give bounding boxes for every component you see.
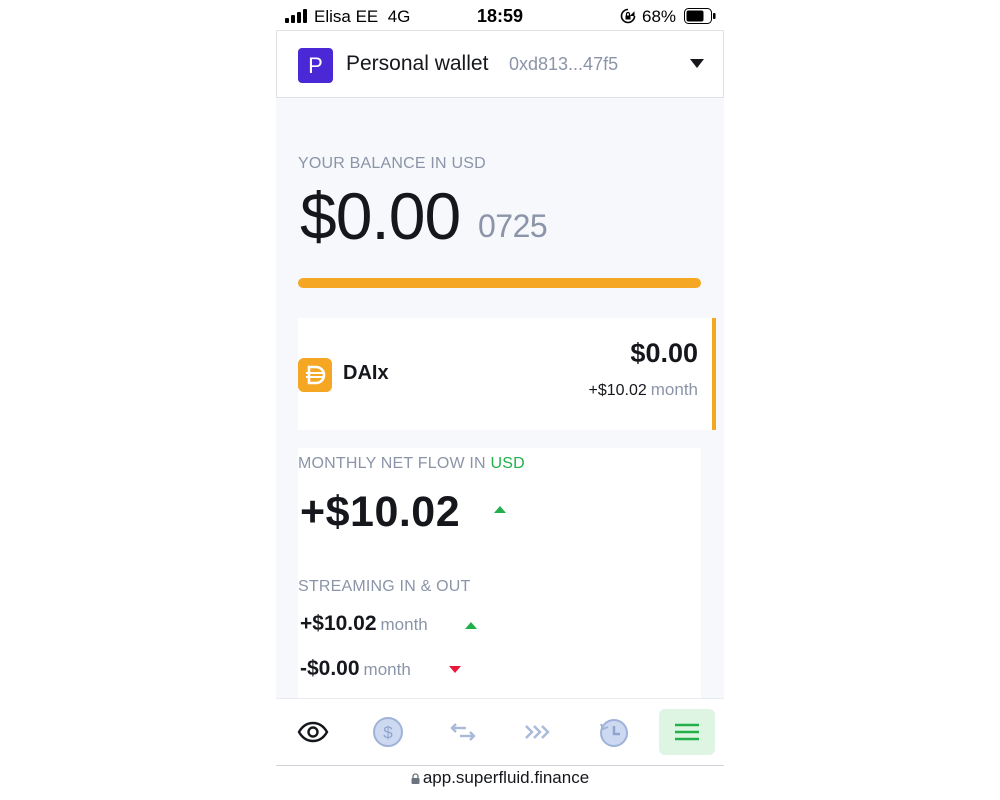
battery-icon: [684, 8, 716, 24]
trend-up-icon: [465, 622, 477, 629]
dai-token-icon: [298, 358, 332, 392]
phone-screen: Elisa EE 4G 18:59 68% P Personal wallet …: [276, 0, 724, 800]
nav-streams[interactable]: [510, 709, 566, 755]
swap-arrows-icon: [450, 723, 476, 741]
lock-icon: [411, 773, 420, 784]
nav-history[interactable]: [585, 709, 641, 755]
eye-icon: [297, 721, 329, 743]
balance-bar: [298, 278, 701, 288]
svg-text:$: $: [383, 723, 393, 742]
dashboard-content[interactable]: YOUR BALANCE IN USD $0.00 0725 DAIx $0.0…: [276, 98, 724, 698]
nav-dashboard[interactable]: [285, 709, 341, 755]
trend-down-icon: [449, 666, 461, 673]
wallet-avatar: P: [298, 48, 333, 83]
streaming-in-value: +$10.02 month: [300, 612, 428, 635]
balance-amount: $0.00: [300, 179, 461, 253]
dollar-coin-icon: $: [373, 717, 403, 747]
token-value: $0.00: [630, 338, 698, 368]
chevron-down-icon[interactable]: [690, 59, 704, 68]
rotation-lock-icon: [620, 8, 636, 24]
nav-tokens[interactable]: $: [360, 709, 416, 755]
history-clock-icon: [600, 719, 628, 747]
browser-url-bar[interactable]: app.superfluid.finance: [276, 768, 724, 798]
streaming-label: STREAMING IN & OUT: [298, 578, 471, 595]
net-flow-label: MONTHLY NET FLOW IN USD: [298, 455, 525, 472]
streaming-out-value: -$0.00 month: [300, 657, 411, 680]
net-flow-value: +$10.02: [300, 488, 461, 536]
balance-label: YOUR BALANCE IN USD: [298, 155, 486, 172]
wallet-address: 0xd813...47f5: [509, 54, 619, 74]
token-accent-bar: [712, 318, 716, 430]
wallet-name: Personal wallet: [346, 52, 489, 75]
token-card-daix[interactable]: DAIx $0.00 +$10.02 month: [298, 318, 716, 430]
balance-fraction: 0725: [478, 208, 548, 244]
nav-transfer[interactable]: [435, 709, 491, 755]
menu-icon: [675, 723, 699, 741]
token-name: DAIx: [343, 362, 389, 384]
token-flow: +$10.02 month: [588, 380, 698, 399]
wallet-selector[interactable]: P Personal wallet 0xd813...47f5: [276, 30, 724, 98]
trend-up-icon: [494, 506, 506, 513]
nav-menu[interactable]: [659, 709, 715, 755]
status-bar: Elisa EE 4G 18:59 68%: [276, 0, 724, 32]
url-text: app.superfluid.finance: [422, 768, 590, 787]
stream-chevrons-icon: [525, 725, 550, 739]
net-flow-card: MONTHLY NET FLOW IN USD +$10.02 STREAMIN…: [298, 448, 701, 698]
bottom-nav: $: [276, 698, 724, 766]
battery-percent: 68%: [642, 7, 677, 26]
